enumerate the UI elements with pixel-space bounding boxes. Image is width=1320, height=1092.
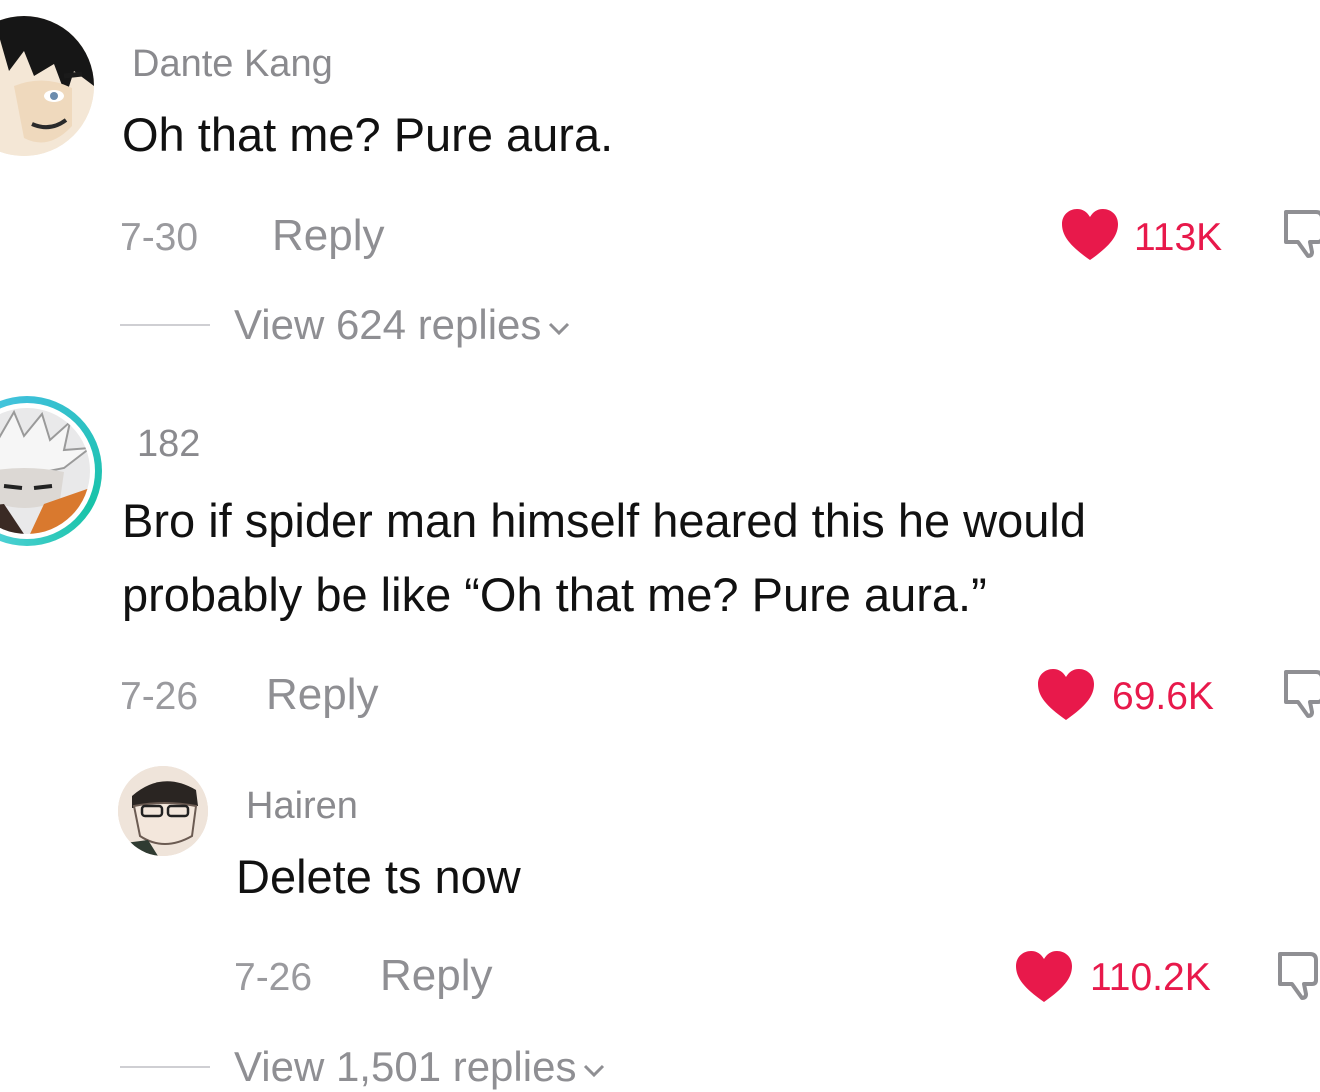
view-replies-label: View 624 replies	[234, 301, 542, 348]
comment-date: 7-26	[234, 956, 313, 999]
heart-icon[interactable]	[1014, 950, 1074, 1004]
comment-text-line: Oh that me? Pure aura.	[122, 108, 614, 161]
comment-text: Delete ts now	[236, 840, 521, 914]
avatar[interactable]	[0, 16, 94, 156]
comment-text: Oh that me? Pure aura.	[122, 98, 613, 172]
dislike-icon[interactable]	[1276, 950, 1320, 1002]
like-count: 110.2K	[1090, 956, 1211, 999]
comment-text: Bro if spider man himself heared this he…	[122, 484, 1086, 632]
dislike-icon[interactable]	[1282, 208, 1320, 260]
divider-line	[120, 1066, 210, 1068]
comment-username[interactable]: 182	[137, 425, 200, 463]
divider-line	[120, 324, 210, 326]
reply-button[interactable]: Reply	[266, 673, 379, 717]
anime-avatar-dark-hair-icon	[0, 16, 94, 156]
comment-text-line: Bro if spider man himself heared this he…	[122, 494, 1086, 547]
reply-button[interactable]: Reply	[272, 214, 385, 258]
comment-date: 7-30	[120, 216, 199, 259]
view-replies-label: View 1,501 replies	[234, 1043, 577, 1090]
reply-button[interactable]: Reply	[380, 954, 493, 998]
chevron-down-icon	[584, 1064, 605, 1078]
comment-date: 7-26	[120, 675, 199, 718]
avatar[interactable]	[0, 396, 102, 546]
comment-username[interactable]: Hairen	[246, 787, 358, 825]
like-count: 69.6K	[1112, 675, 1214, 718]
comment-text-line: probably be like “Oh that me? Pure aura.…	[122, 568, 987, 621]
anime-avatar-glasses-icon	[118, 766, 208, 856]
dislike-icon[interactable]	[1282, 668, 1320, 720]
chevron-down-icon	[549, 322, 570, 336]
view-replies-button[interactable]: View 1,501 replies	[234, 1046, 606, 1088]
heart-icon[interactable]	[1036, 668, 1096, 722]
heart-icon[interactable]	[1060, 208, 1120, 262]
like-count: 113K	[1134, 216, 1223, 259]
comment-text-line: Delete ts now	[236, 850, 521, 903]
view-replies-button[interactable]: View 624 replies	[234, 304, 571, 346]
avatar[interactable]	[118, 766, 208, 856]
comment-username[interactable]: Dante Kang	[132, 45, 333, 83]
